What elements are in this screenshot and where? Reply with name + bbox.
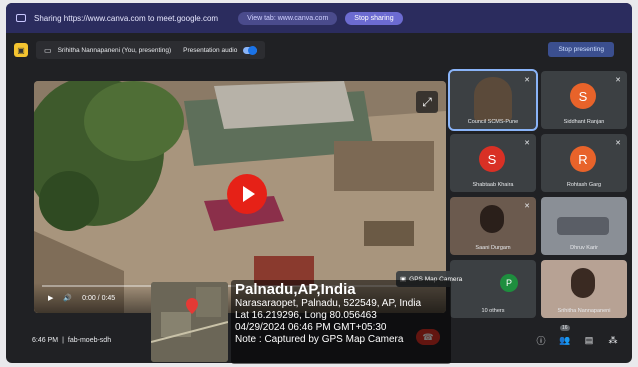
gps-text-block: Palnadu,AP,India Narasaraopet, Palnadu, …	[231, 280, 451, 364]
tile-options[interactable]	[557, 217, 609, 235]
participant-tile[interactable]: Srihitha Nannapaneni	[541, 260, 627, 318]
avatar: S	[570, 83, 596, 109]
chat-icon[interactable]: ▤	[582, 333, 596, 347]
participant-tile[interactable]: S ✕ Siddhant Ranjan	[541, 71, 627, 129]
participant-name: Saani Durgam	[475, 245, 511, 251]
sharing-bar: Sharing https://www.canva.com to meet.go…	[6, 3, 632, 33]
play-button[interactable]	[227, 174, 267, 214]
participant-tile[interactable]: ✕ Council SCMS-Pune	[448, 69, 538, 131]
share-screen-icon	[16, 14, 26, 22]
participant-tile[interactable]: ✕ Saani Durgam	[450, 197, 536, 255]
participant-name: 10 others	[481, 308, 505, 314]
audio-label: Presentation audio	[183, 46, 238, 54]
people-icon[interactable]: 16 👥	[558, 325, 572, 347]
participant-tile[interactable]: Dhruv Karir	[541, 197, 627, 255]
gps-map-thumbnail	[151, 282, 228, 362]
meeting-time: 6:46 PM	[32, 336, 59, 344]
shared-video[interactable]: ⤢ ▶ 🔊 0:00 / 0:45	[34, 81, 446, 313]
presentation-bar: ▣ ▭ Srihitha Nannapaneni (You, presentin…	[10, 39, 628, 61]
participant-video	[571, 268, 595, 298]
presenter-info: ▭ Srihitha Nannapaneni (You, presenting)…	[36, 41, 266, 59]
gps-address: Narasaraopet, Palnadu, 522549, AP, India	[235, 298, 422, 309]
present-icon[interactable]: ▣	[14, 43, 28, 57]
participant-name: Council SCMS-Pune	[467, 119, 519, 125]
mic-off-icon: ✕	[615, 77, 621, 84]
volume-icon[interactable]: 🔊	[63, 294, 72, 302]
meeting-controls: ⓘ 16 👥 ▤ ⁂	[534, 325, 620, 347]
participant-name: Shabtaab Khaira	[472, 182, 514, 188]
avatar: P	[500, 274, 518, 292]
activities-icon[interactable]: ⁂	[606, 333, 620, 347]
mic-off-icon: ✕	[524, 203, 530, 210]
participant-tile[interactable]: R ✕ Rohtash Garg	[541, 134, 627, 192]
presentation-audio-toggle[interactable]	[243, 45, 258, 55]
people-count: 16	[560, 325, 570, 331]
stop-presenting-button[interactable]: Stop presenting	[548, 42, 614, 57]
gps-datetime: 04/29/2024 06:46 PM GMT+05:30	[235, 322, 387, 333]
participant-tile[interactable]: P 10 others	[450, 260, 536, 318]
avatar: S	[479, 146, 505, 172]
screen-icon: ▭	[44, 45, 52, 55]
view-tab-button[interactable]: View tab: www.canva.com	[238, 11, 338, 25]
info-icon[interactable]: ⓘ	[534, 333, 548, 347]
participant-name: Srihitha Nannapaneni	[557, 308, 611, 314]
gps-city: Palnadu,AP,India	[235, 281, 356, 298]
presenter-name: Srihitha Nannapaneni (You, presenting)	[57, 46, 172, 54]
meeting-code: fab-moeb-sdh	[67, 336, 112, 344]
separator: |	[62, 336, 64, 344]
gps-overlay: Palnadu,AP,India Narasaraopet, Palnadu, …	[151, 280, 451, 366]
open-external-icon[interactable]: ⤢	[416, 91, 438, 113]
sharing-text: Sharing https://www.canva.com to meet.go…	[34, 13, 219, 23]
mic-off-icon: ✕	[524, 140, 530, 147]
map-image	[151, 282, 228, 362]
participant-name: Dhruv Karir	[570, 245, 598, 251]
participant-video	[474, 77, 512, 121]
gps-coords: Lat 16.219296, Long 80.056463	[235, 310, 377, 321]
participant-tile[interactable]: S ✕ Shabtaab Khaira	[450, 134, 536, 192]
play-small-icon[interactable]: ▶	[48, 294, 53, 302]
participant-name: Siddhant Ranjan	[563, 119, 605, 125]
stop-sharing-button[interactable]: Stop sharing	[345, 11, 403, 25]
avatar: R	[570, 146, 596, 172]
gps-note: Note : Captured by GPS Map Camera	[235, 334, 404, 345]
participant-name: Rohtash Garg	[566, 182, 602, 188]
mic-off-icon: ✕	[524, 77, 530, 84]
mic-off-icon: ✕	[615, 140, 621, 147]
participant-video	[480, 205, 504, 233]
video-time: 0:00 / 0:45	[82, 294, 116, 302]
